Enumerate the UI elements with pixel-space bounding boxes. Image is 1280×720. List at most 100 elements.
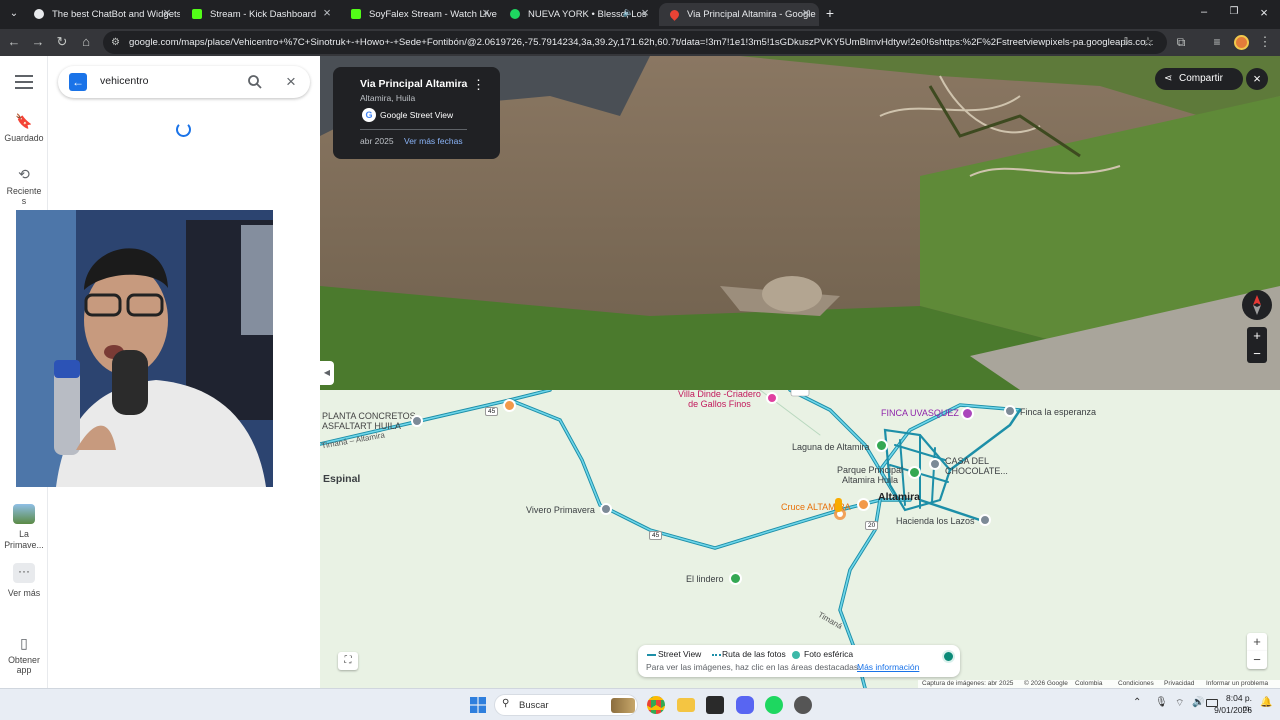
store-icon[interactable] — [706, 696, 724, 714]
address-bar[interactable]: ⚙ google.com/maps/place/Vehicentro+%7C+S… — [103, 31, 1167, 54]
close-tab-icon[interactable]: × — [479, 5, 493, 20]
map-label-parque-principal[interactable]: Parque Principal Altamira Huila — [837, 465, 903, 486]
fullscreen-button[interactable]: ⛶ — [338, 652, 358, 670]
footer-terms[interactable]: Condiciones — [1118, 680, 1154, 687]
more-info-link[interactable]: Más información — [857, 662, 919, 672]
place-marker-icon[interactable] — [979, 514, 991, 526]
chrome-icon[interactable] — [647, 696, 665, 714]
taskbar-search-box[interactable]: ⚲ Buscar — [494, 694, 638, 716]
legend-toggle[interactable] — [942, 650, 955, 663]
site-info-icon[interactable]: ⚙ — [111, 31, 120, 54]
sv-zoom-in-button[interactable]: + — [1247, 327, 1267, 345]
more-options-icon[interactable]: ⋮ — [472, 77, 485, 93]
restaurant-marker-icon[interactable] — [503, 399, 516, 412]
pink-marker-icon[interactable] — [766, 392, 778, 404]
close-tab-icon[interactable]: × — [320, 5, 334, 20]
tab-spotify[interactable]: NUEVA YORK • Blessd, Los 🔈 × — [500, 3, 658, 26]
extensions-icon[interactable]: ⧉ — [1172, 33, 1190, 51]
share-icon: ⋖ — [1164, 73, 1173, 84]
close-tab-icon[interactable]: × — [799, 5, 813, 20]
browser-tab-bar: ⌄ The best ChatBot and Widgets × Stream … — [0, 0, 1280, 29]
spherical-photo-icon — [792, 651, 800, 659]
map-label-casa-chocolate[interactable]: CASA DEL CHOCOLATE... — [945, 456, 1008, 477]
map-zoom-out-button[interactable]: − — [1247, 651, 1267, 669]
start-button-icon[interactable] — [470, 697, 486, 713]
clock-date[interactable]: 9/01/2026 — [1208, 705, 1252, 715]
park-marker-icon[interactable] — [908, 466, 921, 479]
close-window-button[interactable]: × — [1256, 5, 1272, 20]
wifi-icon[interactable]: ⌔ — [1175, 697, 1184, 710]
install-app-icon[interactable]: ⇩ — [1117, 33, 1135, 51]
map-label-hacienda-lazos[interactable]: Hacienda los Lazos — [896, 516, 975, 526]
tab-kick-dashboard[interactable]: Stream - Kick Dashboard × — [182, 3, 340, 26]
bookmark-star-icon[interactable]: ☆ — [1139, 33, 1157, 51]
file-explorer-icon[interactable] — [677, 698, 695, 712]
food-marker-icon[interactable] — [857, 498, 870, 511]
place-marker-icon[interactable] — [411, 415, 423, 427]
tab-soyfalex-stream[interactable]: SoyFalex Stream - Watch Live o × — [341, 3, 499, 26]
place-marker-icon[interactable] — [929, 458, 941, 470]
notifications-icon[interactable]: 🔔 — [1260, 697, 1272, 708]
rail-recent[interactable]: ⟲ Reciente s — [0, 165, 48, 206]
map-label-laguna-altamira[interactable]: Laguna de Altamira — [792, 442, 870, 452]
footer-report[interactable]: Informar un problema — [1206, 680, 1268, 687]
show-hidden-icons-icon[interactable]: ⌃ — [1133, 697, 1141, 708]
map-label-vivero-primavera[interactable]: Vivero Primavera — [526, 505, 595, 515]
compass-icon[interactable] — [1242, 290, 1272, 320]
search-box[interactable]: ← vehicentro × — [58, 66, 310, 98]
search-icon[interactable] — [246, 73, 264, 91]
rail-get-app[interactable]: ▯ Obtener app — [0, 634, 48, 675]
close-street-view-button[interactable]: × — [1246, 68, 1268, 90]
back-arrow-icon[interactable]: ← — [69, 73, 87, 91]
park-marker-icon[interactable] — [875, 439, 888, 452]
app-icon[interactable] — [794, 696, 812, 714]
minimize-button[interactable]: – — [1196, 6, 1212, 18]
share-button[interactable]: ⋖ Compartir — [1155, 68, 1243, 90]
map-label-el-lindero[interactable]: El lindero — [686, 574, 724, 584]
map-label-finca-esperanza[interactable]: Finca la esperanza — [1020, 407, 1096, 417]
rail-recent-label: Reciente s — [6, 186, 42, 207]
home-icon[interactable]: ⌂ — [77, 33, 95, 51]
kick-favicon-icon — [351, 9, 361, 19]
tab-search-dropdown[interactable]: ⌄ — [6, 6, 22, 22]
map-label-villa-dinde[interactable]: Villa Dinde -Criadero de Gallos Finos — [678, 390, 761, 410]
more-dates-link[interactable]: Ver más fechas — [404, 136, 463, 146]
purple-marker-icon[interactable] — [961, 407, 974, 420]
microphone-icon[interactable]: 🎙 — [1155, 697, 1168, 708]
reload-icon[interactable]: ↻ — [53, 33, 71, 51]
forward-icon[interactable]: → — [29, 33, 47, 51]
speaker-icon[interactable]: 🔈 — [623, 7, 634, 18]
map-label-finca-uvasquez[interactable]: FINCA UVASQUEZ — [881, 408, 959, 418]
maximize-button[interactable]: ❐ — [1226, 6, 1242, 17]
discord-icon[interactable] — [736, 696, 754, 714]
road-shield-45: 45 — [485, 407, 499, 416]
footer-privacy[interactable]: Privacidad — [1164, 680, 1194, 687]
menu-kebab-icon[interactable]: ⋮ — [1256, 33, 1274, 51]
volume-icon[interactable]: 🔊 — [1192, 697, 1204, 708]
map-zoom-in-button[interactable]: + — [1247, 633, 1267, 651]
map-label-planta-concretos[interactable]: PLANTA CONCRETOS ASFALTART HUILA — [322, 411, 416, 432]
footer-country[interactable]: Colombia — [1075, 680, 1102, 687]
park-marker-icon[interactable] — [729, 572, 742, 585]
place-marker-icon[interactable] — [600, 503, 612, 515]
tab-google-maps[interactable]: Via Principal Altamira - Google × — [659, 3, 819, 26]
hamburger-menu-icon[interactable] — [15, 75, 33, 89]
new-tab-button[interactable]: + — [822, 5, 838, 21]
back-icon[interactable]: ← — [5, 33, 23, 51]
tab-chatbot[interactable]: The best ChatBot and Widgets × — [24, 3, 180, 26]
close-tab-icon[interactable]: × — [638, 5, 652, 20]
collapse-panel-button[interactable]: ◀ — [320, 361, 334, 385]
search-input[interactable]: vehicentro — [100, 75, 148, 87]
divider — [360, 129, 467, 130]
windows-taskbar: ⚲ Buscar ⌃ 🎙 ⌔ 🔊 8:04 p. m. 9/01/2026 🔔 — [0, 688, 1280, 720]
sv-zoom-out-button[interactable]: − — [1247, 345, 1267, 363]
spotify-icon[interactable] — [765, 696, 783, 714]
profile-avatar[interactable] — [1234, 35, 1249, 50]
close-icon[interactable]: × — [282, 73, 300, 91]
place-marker-icon[interactable] — [1004, 405, 1016, 417]
pegman-icon[interactable] — [835, 498, 842, 512]
rail-saved[interactable]: 🔖 Guardado — [0, 112, 48, 143]
close-tab-icon[interactable]: × — [160, 5, 174, 20]
reading-list-icon[interactable]: ≡ — [1208, 33, 1226, 51]
mini-map[interactable]: PLANTA CONCRETOS ASFALTART HUILA Timaná … — [320, 390, 1280, 688]
